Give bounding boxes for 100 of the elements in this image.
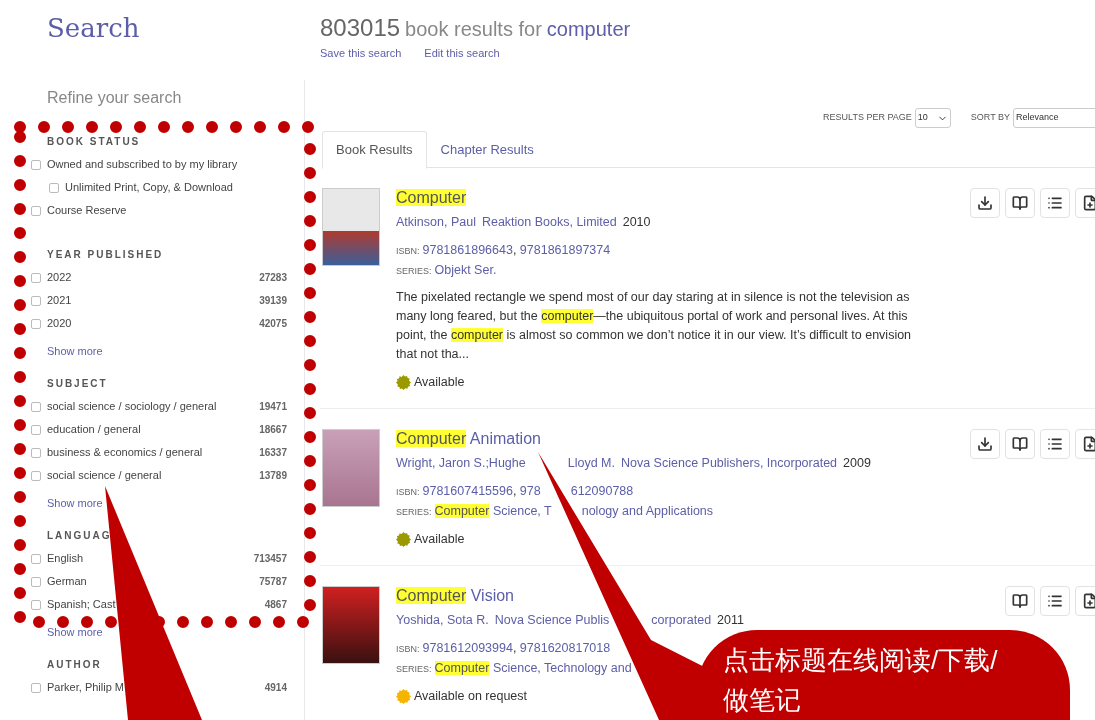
field-label: ISBN: — [396, 246, 420, 256]
field-label: SERIES: — [396, 664, 432, 674]
checkbox[interactable] — [31, 576, 41, 587]
filter-option[interactable]: 2022 — [47, 269, 72, 286]
checkbox[interactable] — [31, 447, 41, 458]
filter-option[interactable]: Course Reserve — [47, 202, 127, 219]
filter-option[interactable]: social science / general — [47, 467, 162, 484]
filter-heading: SUBJECT — [47, 377, 108, 391]
link[interactable]: Atkinson, Paul — [396, 213, 476, 231]
filter-count: 16337 — [259, 446, 287, 460]
book-icon — [1012, 593, 1028, 609]
link[interactable]: Yoshida, Sota R. — [396, 611, 489, 629]
add-file-icon — [1082, 195, 1095, 211]
checkbox[interactable] — [31, 599, 41, 610]
checkbox[interactable] — [31, 295, 41, 306]
filter-option[interactable]: Unlimited Print, Copy, & Download — [65, 179, 233, 196]
sort-select[interactable]: Relevance — [1013, 108, 1095, 128]
list-icon — [1047, 195, 1063, 211]
highlighted-text: Computer — [396, 189, 467, 206]
per-page-select[interactable]: 10 — [914, 108, 951, 128]
download-button[interactable] — [970, 188, 1000, 218]
add-file-icon — [1082, 436, 1095, 452]
link[interactable]: 9781612093994 — [422, 641, 513, 655]
filter-option[interactable]: Spanish; Cast — [47, 596, 116, 613]
filter-count: 13789 — [259, 469, 287, 483]
checkbox[interactable] — [31, 682, 41, 693]
availability-status: Available — [414, 530, 465, 548]
link[interactable]: Nova Science Publis — [494, 611, 610, 629]
book-cover[interactable] — [322, 586, 380, 664]
checkbox[interactable] — [49, 182, 59, 193]
sidebar-heading: Refine your search — [46, 88, 183, 108]
checkbox[interactable] — [31, 318, 41, 329]
checkbox[interactable] — [31, 553, 41, 564]
link[interactable]: nology and Applications — [581, 504, 714, 518]
show-more-link[interactable]: Show more — [47, 624, 103, 641]
book-button[interactable] — [1005, 586, 1035, 616]
checkbox[interactable] — [31, 470, 41, 481]
tab[interactable]: Chapter Results — [426, 131, 548, 169]
list-button[interactable] — [1040, 429, 1070, 459]
link[interactable]: Animation — [466, 430, 541, 447]
filter-option[interactable]: Parker, Philip M — [47, 679, 125, 696]
link[interactable]: Lloyd M. — [567, 454, 615, 472]
link[interactable]: 9781861897374 — [519, 243, 611, 257]
highlighted-text: Computer — [396, 587, 467, 604]
filter-option[interactable]: social science / sociology / general — [47, 398, 217, 415]
link[interactable]: Science, T — [489, 504, 552, 518]
header-link[interactable]: Save this search — [320, 45, 402, 61]
add-file-icon — [1082, 593, 1095, 609]
filter-count: 39139 — [259, 294, 287, 308]
checkbox[interactable] — [31, 159, 41, 170]
link[interactable]: Wright, Jaron S.;Hughe — [396, 454, 526, 472]
filter-heading: BOOK STATUS — [47, 135, 141, 149]
book-button[interactable] — [1005, 429, 1035, 459]
checkbox[interactable] — [31, 424, 41, 435]
show-more-link[interactable]: Show more — [47, 495, 103, 512]
list-button[interactable] — [1040, 188, 1070, 218]
filter-option[interactable]: 2020 — [47, 315, 72, 332]
link[interactable]: Reaktion Books, Limited — [481, 213, 617, 231]
availability-status: Available — [414, 373, 465, 391]
filter-count: 4914 — [264, 681, 287, 695]
filter-option[interactable]: business & economics / general — [47, 444, 203, 461]
link[interactable]: 9781607415596 — [422, 484, 513, 498]
link[interactable]: 9781620817018 — [519, 641, 611, 655]
list-button[interactable] — [1040, 586, 1070, 616]
field-label: SERIES: — [396, 507, 432, 517]
list-icon — [1047, 593, 1063, 609]
checkbox[interactable] — [31, 205, 41, 216]
text: 2010 — [622, 214, 651, 231]
highlighted-text: Computer — [396, 430, 467, 447]
checkbox[interactable] — [31, 272, 41, 283]
link[interactable]: Science, Technology and — [489, 661, 632, 675]
download-icon — [977, 195, 993, 211]
field-label: ISBN: — [396, 644, 420, 654]
book-button[interactable] — [1005, 188, 1035, 218]
show-more-link[interactable]: Show more — [47, 343, 103, 360]
header-link[interactable]: Edit this search — [424, 45, 500, 61]
link[interactable]: Objekt Ser. — [434, 263, 497, 277]
tab[interactable]: Book Results — [322, 131, 427, 169]
book-cover[interactable] — [322, 188, 380, 266]
filter-option[interactable]: German — [47, 573, 87, 590]
link[interactable]: 612090788 — [570, 484, 634, 498]
filter-count: 19471 — [259, 400, 287, 414]
link[interactable]: 9781861896643 — [422, 243, 513, 257]
checkbox[interactable] — [31, 401, 41, 412]
filter-option[interactable]: education / general — [47, 421, 141, 438]
link[interactable]: Nova Science Publishers, Incorporated — [620, 454, 838, 472]
filter-option[interactable]: English — [47, 550, 84, 567]
link[interactable]: 978 — [519, 484, 541, 498]
filter-count: 713457 — [253, 552, 287, 566]
filter-count: 42075 — [259, 317, 287, 331]
book-icon — [1012, 195, 1028, 211]
filter-option[interactable]: Owned and subscribed to by my library — [47, 156, 238, 173]
download-button[interactable] — [970, 429, 1000, 459]
field-label: SERIES: — [396, 266, 432, 276]
text: , — [512, 484, 518, 498]
filter-heading: YEAR PUBLISHED — [47, 248, 164, 262]
filter-option[interactable]: 2021 — [47, 292, 72, 309]
link[interactable]: Vision — [466, 587, 514, 604]
text: 2011 — [717, 612, 744, 629]
link[interactable]: corporated — [651, 611, 712, 629]
